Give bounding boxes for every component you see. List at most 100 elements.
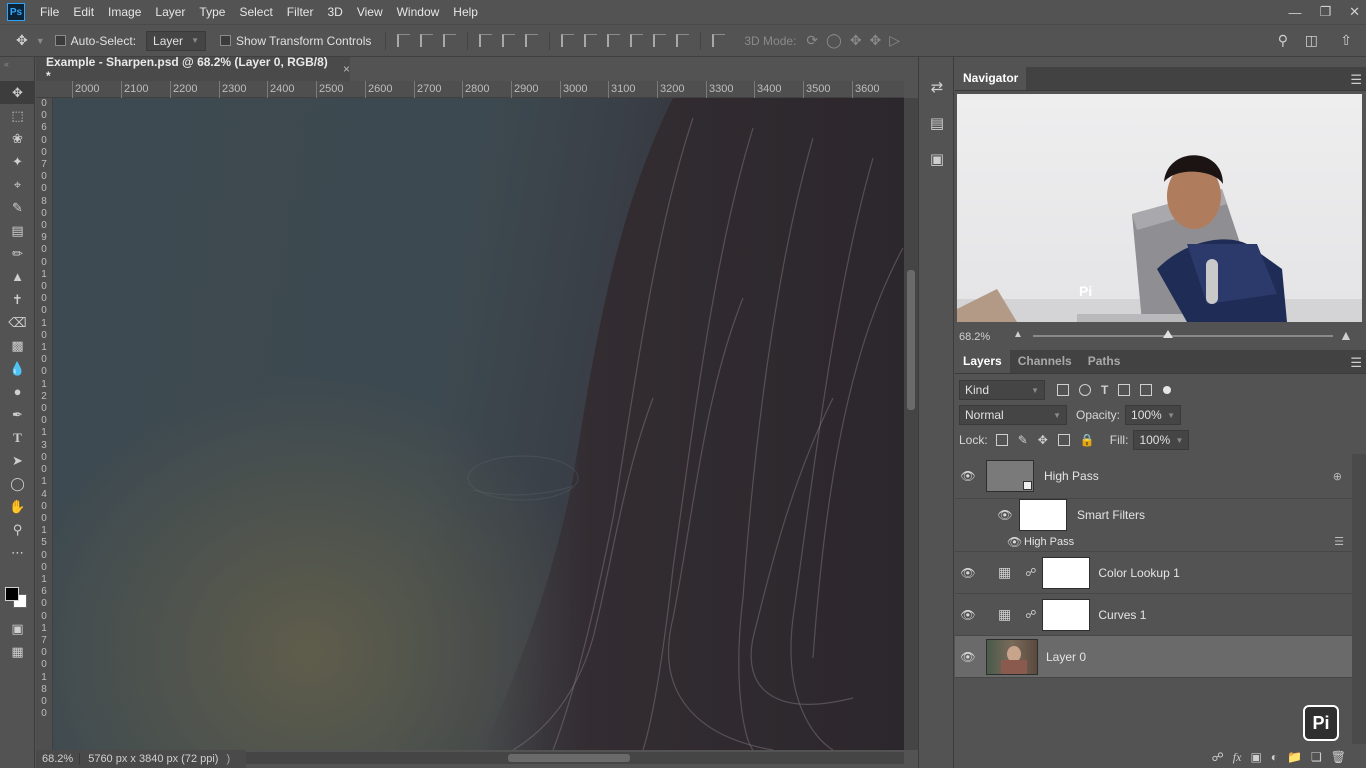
workspace-icon[interactable]: ◫ [1305, 32, 1318, 49]
lock-artboard-icon[interactable] [1057, 434, 1070, 446]
menu-file[interactable]: File [33, 0, 66, 24]
roll-3d-icon[interactable]: ◯ [826, 32, 842, 49]
share-icon[interactable]: ⇧ [1340, 32, 1352, 49]
visibility-eye-icon[interactable]: 👁 [1007, 535, 1022, 549]
link-layers-icon[interactable]: ☍ [1212, 750, 1224, 764]
filter-adjustment-icon[interactable] [1079, 384, 1091, 396]
menu-filter[interactable]: Filter [280, 0, 321, 24]
status-menu-arrow[interactable]: ) [226, 753, 230, 765]
align-top-icon[interactable] [397, 34, 411, 47]
new-layer-icon[interactable]: ❏ [1311, 750, 1322, 764]
document-canvas[interactable] [53, 98, 904, 750]
lock-transparent-icon[interactable] [995, 434, 1008, 446]
marquee-tool-icon[interactable]: ⬚ [0, 104, 35, 127]
hand-tool-icon[interactable]: ✋ [0, 495, 35, 518]
distribute-bottom-icon[interactable] [607, 34, 621, 47]
tab-channels[interactable]: Channels [1010, 349, 1080, 373]
foreground-color-swatch[interactable] [5, 587, 19, 601]
link-icon[interactable]: ☍ [1025, 608, 1036, 621]
blend-mode-dropdown[interactable]: Normal ▼ [959, 405, 1067, 425]
layer-row-color-lookup[interactable]: 👁 ▦ ☍ Color Lookup 1 [955, 552, 1352, 594]
smart-filter-mask-icon[interactable]: ⊕ [1333, 470, 1342, 483]
close-tab-icon[interactable]: × [343, 62, 350, 76]
gradient-tool-icon[interactable]: ▩ [0, 334, 35, 357]
search-icon[interactable]: ⚲ [1278, 32, 1288, 49]
panel-menu-icon[interactable]: ☰ [1350, 355, 1362, 371]
tab-paths[interactable]: Paths [1080, 349, 1129, 373]
drag-3d-icon[interactable]: ✥ [850, 32, 862, 49]
layer-style-icon[interactable]: fx [1233, 750, 1242, 765]
close-icon[interactable]: ✕ [1349, 4, 1360, 20]
properties-panel-icon[interactable]: ▣ [919, 141, 955, 177]
tab-layers[interactable]: Layers [955, 349, 1010, 373]
smart-filters-row[interactable]: 👁 Smart Filters [955, 498, 1352, 531]
new-adjustment-layer-icon[interactable]: ◐ [1271, 750, 1278, 764]
quick-mask-icon[interactable]: ▣ [0, 617, 35, 640]
dodge-tool-icon[interactable]: ● [0, 380, 35, 403]
pen-tool-icon[interactable]: ✒ [0, 403, 35, 426]
history-brush-tool-icon[interactable]: ✝ [0, 288, 35, 311]
distribute-vertical-center-icon[interactable] [584, 34, 598, 47]
auto-select-target-dropdown[interactable]: Layer ▼ [146, 30, 206, 51]
move-tool-icon[interactable]: ✥ [16, 32, 28, 49]
layer-row-layer-0[interactable]: 👁 Layer 0 [955, 636, 1352, 678]
menu-help[interactable]: Help [446, 0, 485, 24]
vertical-scroll-thumb[interactable] [907, 270, 915, 410]
auto-select-option[interactable]: Auto-Select: [54, 34, 136, 48]
path-selection-tool-icon[interactable]: ➤ [0, 449, 35, 472]
horizontal-scrollbar[interactable] [246, 752, 904, 764]
navigator-zoom-slider[interactable] [1033, 330, 1333, 338]
brush-tool-icon[interactable]: ✏ [0, 242, 35, 265]
visibility-eye-icon[interactable]: 👁 [956, 566, 980, 580]
link-icon[interactable]: ☍ [1025, 566, 1036, 579]
clone-stamp-tool-icon[interactable]: ▲ [0, 265, 35, 288]
visibility-eye-icon[interactable]: 👁 [956, 469, 980, 483]
document-tab[interactable]: Example - Sharpen.psd @ 68.2% (Layer 0, … [36, 55, 350, 83]
menu-edit[interactable]: Edit [66, 0, 101, 24]
layer-row-curves[interactable]: 👁 ▦ ☍ Curves 1 [955, 594, 1352, 636]
tool-preset-dropdown-icon[interactable]: ▼ [36, 36, 45, 46]
menu-3d[interactable]: 3D [320, 0, 349, 24]
more-tools-icon[interactable]: ⋯ [0, 541, 35, 564]
filter-row-high-pass[interactable]: 👁 High Pass ☰ [955, 532, 1352, 552]
menu-type[interactable]: Type [192, 0, 232, 24]
lock-image-icon[interactable]: ✎ [1018, 433, 1028, 447]
menu-layer[interactable]: Layer [148, 0, 192, 24]
show-transform-option[interactable]: Show Transform Controls [219, 34, 371, 48]
align-left-icon[interactable] [479, 34, 493, 47]
visibility-eye-icon[interactable]: 👁 [956, 650, 980, 664]
align-bottom-icon[interactable] [443, 34, 457, 47]
lock-all-icon[interactable]: 🔒 [1080, 433, 1095, 447]
distribute-right-icon[interactable] [676, 34, 690, 47]
fill-field[interactable]: 100% ▼ [1133, 430, 1190, 450]
zoom-out-icon[interactable]: ▲ [1013, 329, 1023, 340]
visibility-eye-icon[interactable]: 👁 [993, 508, 1017, 522]
screen-mode-icon[interactable]: ▦ [0, 640, 35, 663]
ruler-panel-icon[interactable]: ▤ [919, 105, 955, 141]
align-horizontal-center-icon[interactable] [502, 34, 516, 47]
horizontal-scroll-thumb[interactable] [508, 754, 630, 762]
filter-type-icon[interactable]: T [1101, 383, 1108, 397]
visibility-eye-icon[interactable]: 👁 [956, 608, 980, 622]
tools-collapse-icon[interactable]: « [0, 57, 34, 81]
filter-pixel-icon[interactable] [1057, 384, 1069, 396]
quick-selection-tool-icon[interactable]: ✦ [0, 150, 35, 173]
blur-tool-icon[interactable]: 💧 [0, 357, 35, 380]
minimize-icon[interactable]: — [1288, 5, 1301, 20]
history-panel-icon[interactable]: ⇄ [919, 69, 955, 105]
align-right-icon[interactable] [525, 34, 539, 47]
distribute-top-icon[interactable] [561, 34, 575, 47]
distribute-left-icon[interactable] [630, 34, 644, 47]
zoom-slider-knob[interactable] [1163, 330, 1173, 338]
vertical-scrollbar[interactable] [904, 98, 918, 750]
eraser-tool-icon[interactable]: ⌫ [0, 311, 35, 334]
lasso-tool-icon[interactable]: ❀ [0, 127, 35, 150]
delete-layer-icon[interactable]: 🗑 [1331, 750, 1346, 764]
menu-image[interactable]: Image [101, 0, 148, 24]
zoom-in-icon[interactable]: ▲ [1339, 327, 1353, 343]
status-zoom[interactable]: 68.2% [36, 753, 81, 765]
type-tool-icon[interactable]: T [0, 426, 35, 449]
menu-view[interactable]: View [350, 0, 390, 24]
menu-select[interactable]: Select [232, 0, 279, 24]
move-tool-icon[interactable]: ✥ [0, 81, 35, 104]
